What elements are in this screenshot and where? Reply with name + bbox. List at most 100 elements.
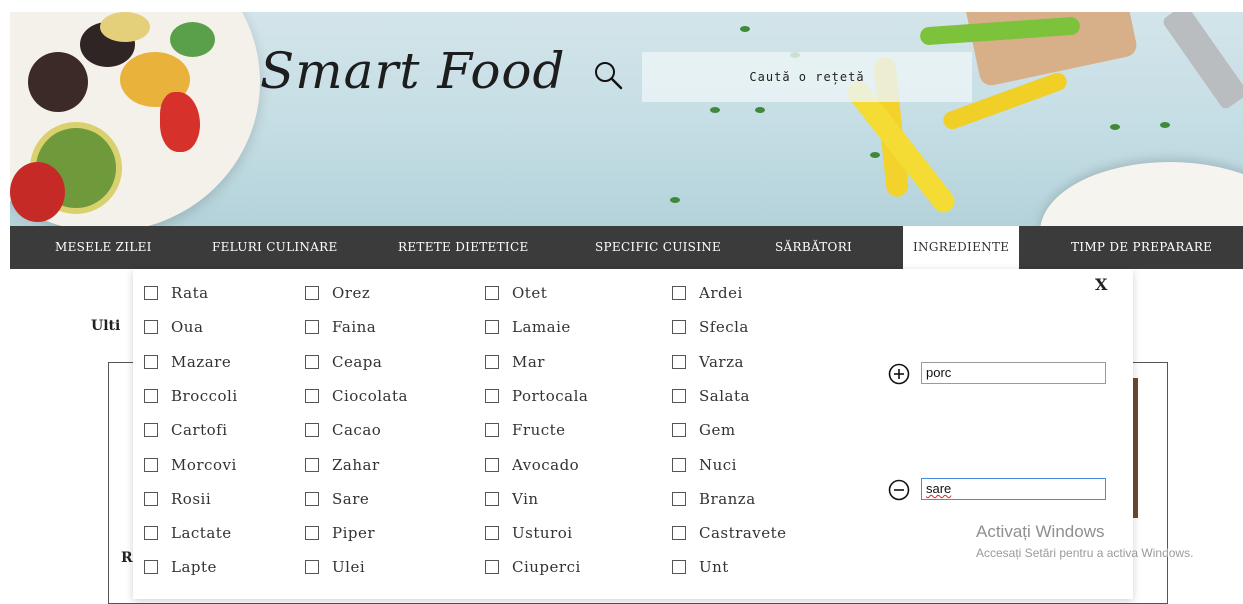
ingredient-option[interactable]: Portocala [485,385,588,407]
nav-retete-dietetice[interactable]: RETETE DIETETICE [398,226,529,269]
include-ingredient-input[interactable]: porc [921,362,1106,384]
ingredient-option[interactable]: Avocado [485,454,579,476]
ingredient-label: Salata [699,387,750,405]
ingredient-checkbox[interactable] [144,286,158,300]
close-button[interactable]: X [1095,275,1107,294]
ingredient-checkbox[interactable] [485,492,499,506]
ingredient-checkbox[interactable] [672,389,686,403]
ingredient-checkbox[interactable] [485,458,499,472]
ingredient-option[interactable]: Oua [144,316,203,338]
ingredient-option[interactable]: Lactate [144,522,232,544]
ingredient-option[interactable]: Salata [672,385,750,407]
ingredient-checkbox[interactable] [305,526,319,540]
ingredient-option[interactable]: Ardei [672,282,743,304]
ingredient-option[interactable]: Sfecla [672,316,749,338]
ingredient-checkbox[interactable] [485,560,499,574]
ingredient-option[interactable]: Zahar [305,454,380,476]
ingredient-option[interactable]: Mazare [144,351,231,373]
ingredient-option[interactable]: Ulei [305,556,365,578]
site-logo[interactable]: Smart Food [260,42,566,100]
ingredient-option[interactable]: Lamaie [485,316,571,338]
ingredient-checkbox[interactable] [144,492,158,506]
ingredient-option[interactable]: Castravete [672,522,787,544]
ingredient-label: Lamaie [512,318,571,336]
ingredient-checkbox[interactable] [485,286,499,300]
nav-sarbatori[interactable]: SĂRBĂTORI [775,226,852,269]
ingredient-option[interactable]: Lapte [144,556,217,578]
ingredient-option[interactable]: Nuci [672,454,737,476]
ingredient-option[interactable]: Faina [305,316,376,338]
ingredient-checkbox[interactable] [305,286,319,300]
ingredient-checkbox[interactable] [485,526,499,540]
ingredient-checkbox[interactable] [672,526,686,540]
include-ingredient-value: porc [926,365,952,380]
ingredient-checkbox[interactable] [144,320,158,334]
ingredient-checkbox[interactable] [305,389,319,403]
ingredient-option[interactable]: Ciuperci [485,556,581,578]
nav-specific-cuisine[interactable]: SPECIFIC CUISINE [595,226,721,269]
ingredient-option[interactable]: Cartofi [144,419,228,441]
ingredient-option[interactable]: Piper [305,522,375,544]
ingredient-checkbox[interactable] [672,492,686,506]
ingredient-option[interactable]: Ciocolata [305,385,408,407]
ingredient-option[interactable]: Ceapa [305,351,382,373]
ingredient-checkbox[interactable] [144,526,158,540]
ingredient-checkbox[interactable] [672,458,686,472]
ingredient-checkbox[interactable] [672,286,686,300]
ingredient-checkbox[interactable] [144,355,158,369]
search-icon[interactable] [593,60,623,90]
ingredient-checkbox[interactable] [305,423,319,437]
plus-circle-icon[interactable] [888,363,910,385]
ingredient-checkbox[interactable] [144,560,158,574]
ingredient-option[interactable]: Mar [485,351,545,373]
ingredient-label: Oua [171,318,204,336]
ingredient-checkbox[interactable] [672,320,686,334]
nav-feluri-culinare[interactable]: FELURI CULINARE [212,226,338,269]
ingredient-option[interactable]: Cacao [305,419,381,441]
ingredient-option[interactable]: Vin [485,488,539,510]
ingredient-option[interactable]: Rata [144,282,209,304]
ingredient-checkbox[interactable] [305,320,319,334]
ingredient-checkbox[interactable] [672,560,686,574]
ingredient-option[interactable]: Unt [672,556,729,578]
ingredient-checkbox[interactable] [144,458,158,472]
ingredient-label: Lapte [171,558,217,576]
ingredient-checkbox[interactable] [485,320,499,334]
ingredient-checkbox[interactable] [485,389,499,403]
ingredient-option[interactable]: Orez [305,282,370,304]
ingredient-option[interactable]: Sare [305,488,369,510]
ingredient-option[interactable]: Branza [672,488,756,510]
ingredient-checkbox[interactable] [305,492,319,506]
minus-circle-icon[interactable] [888,479,910,501]
ingredient-option[interactable]: Gem [672,419,736,441]
ingredient-option[interactable]: Morcovi [144,454,237,476]
nav-timp-de-preparare[interactable]: TIMP DE PREPARARE [1071,226,1212,269]
ingredient-checkbox[interactable] [672,355,686,369]
ingredient-label: Rosii [171,490,212,508]
ingredient-label: Faina [332,318,377,336]
ingredient-checkbox[interactable] [672,423,686,437]
ingredient-option[interactable]: Varza [672,351,744,373]
ingredient-checkbox[interactable] [305,458,319,472]
ingredient-label: Zahar [332,456,380,474]
exclude-ingredient-input[interactable]: sare [921,478,1106,500]
ingredient-option[interactable]: Otet [485,282,547,304]
search-input[interactable]: Caută o rețetă [642,52,972,102]
ingredient-option[interactable]: Broccoli [144,385,238,407]
ingredient-option[interactable]: Usturoi [485,522,573,544]
ingredient-option[interactable]: Rosii [144,488,211,510]
ingredient-checkbox[interactable] [144,389,158,403]
ingredient-checkbox[interactable] [305,355,319,369]
ingredient-label: Mar [512,353,545,371]
ingredient-checkbox[interactable] [485,423,499,437]
ingredient-checkbox[interactable] [485,355,499,369]
nav-ingrediente[interactable]: INGREDIENTE [903,226,1020,269]
ingredient-label: Cacao [332,421,382,439]
ingredient-checkbox[interactable] [144,423,158,437]
ingredient-label: Unt [699,558,729,576]
ingredient-label: Cartofi [171,421,228,439]
ingredient-checkbox[interactable] [305,560,319,574]
bowl-image [1040,162,1243,226]
ingredient-option[interactable]: Fructe [485,419,566,441]
nav-mesele-zilei[interactable]: MESELE ZILEI [55,226,152,269]
